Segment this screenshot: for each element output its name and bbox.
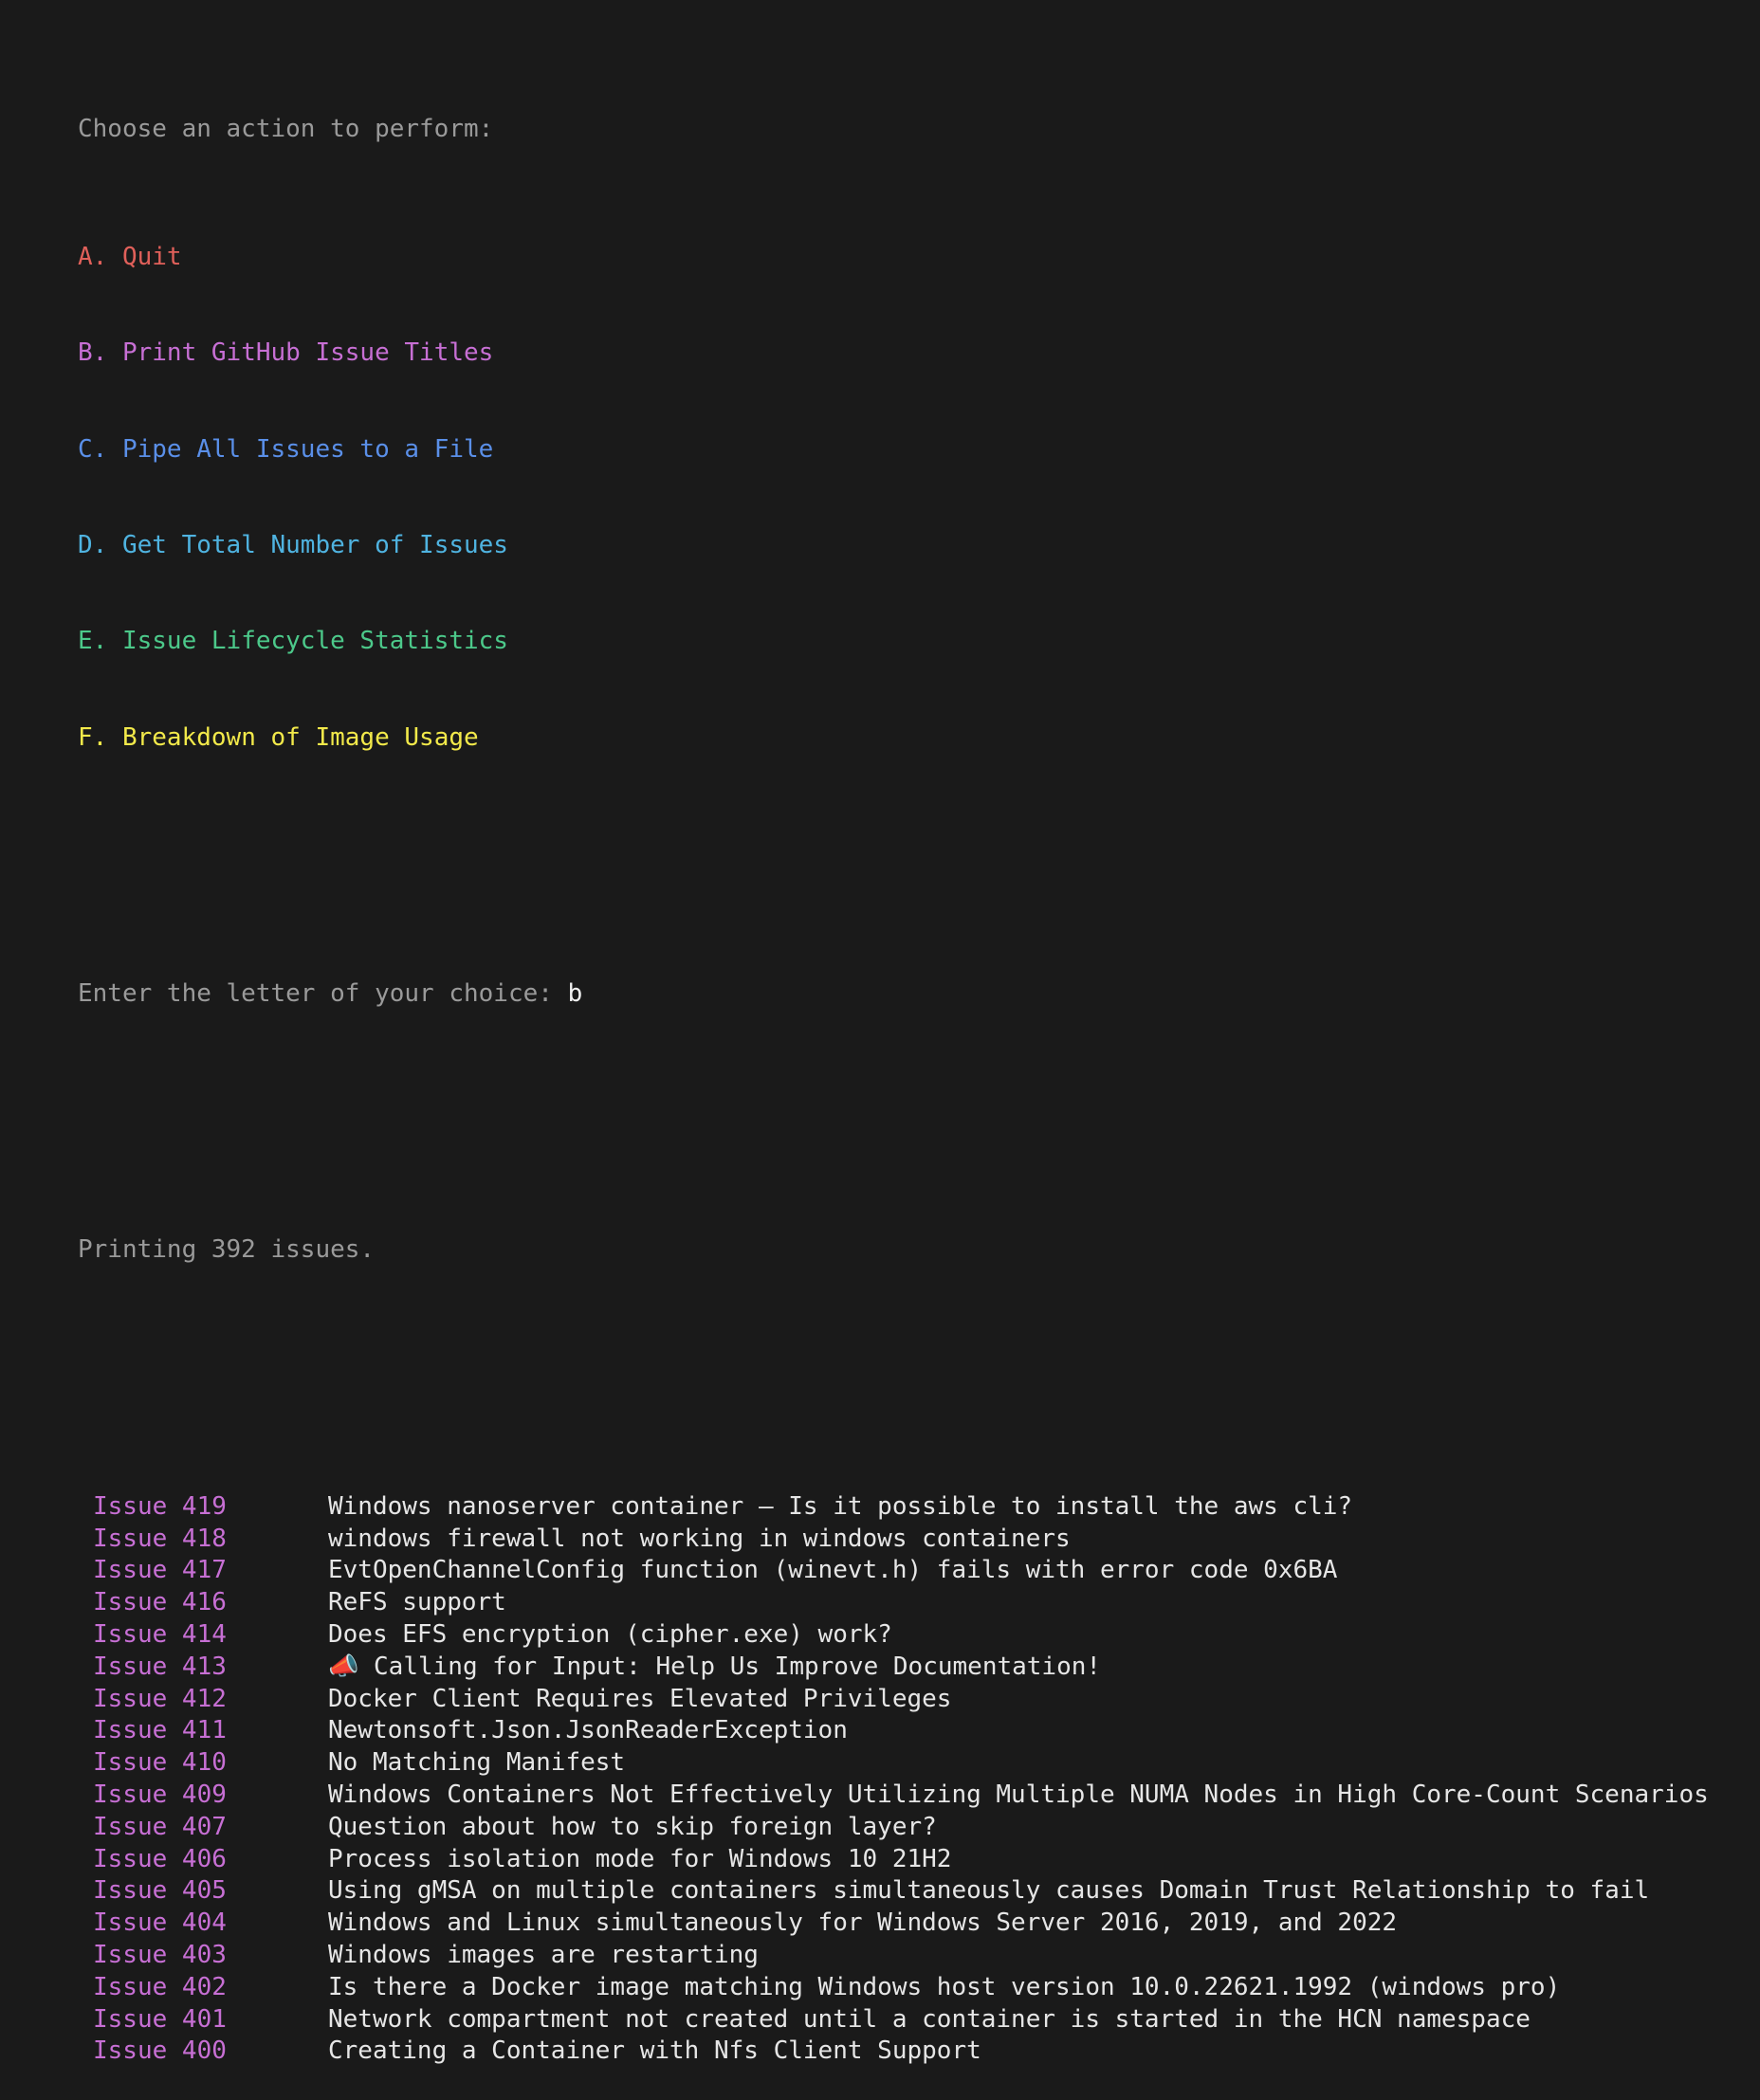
option-label: Issue Lifecycle Statistics: [121, 627, 508, 656]
issue-title: Windows and Linux simultaneously for Win…: [328, 1908, 1398, 1938]
option-label: Breakdown of Image Usage: [121, 722, 479, 752]
option-letter: C.: [78, 434, 108, 464]
option-label: Get Total Number of Issues: [121, 530, 508, 559]
option-label: Print GitHub Issue Titles: [121, 338, 494, 368]
issue-number: Issue 406: [93, 1844, 227, 1873]
issue-row: Issue 406 Process isolation mode for Wind…: [78, 1844, 1747, 1876]
issue-title: Creating a Container with Nfs Client Sup…: [328, 2036, 981, 2066]
menu-header: Choose an action to perform:: [78, 114, 494, 143]
menu-option-image-usage: F. Breakdown of Image Usage: [78, 722, 1747, 755]
issue-row: Issue 416 ReFS support: [78, 1587, 1747, 1619]
issue-number: Issue 411: [93, 1716, 227, 1745]
issue-number: Issue 407: [93, 1812, 227, 1841]
issue-title: Is there a Docker image matching Windows…: [328, 1972, 1561, 2001]
issue-row: Issue 405 Using gMSA on multiple containe…: [78, 1875, 1747, 1908]
terminal-output: Choose an action to perform: A. Quit B. …: [78, 49, 1747, 2100]
status-message: Printing 392 issues.: [78, 1235, 376, 1265]
issue-row: Issue 417 EvtOpenChannelConfig function (…: [78, 1555, 1747, 1587]
issue-number: Issue 419: [93, 1491, 227, 1521]
option-letter: D.: [78, 530, 108, 559]
issue-title: Network compartment not created until a …: [328, 2004, 1531, 2034]
issue-title: Windows Containers Not Effectively Utili…: [328, 1780, 1709, 1810]
option-label: Pipe All Issues to a File: [121, 434, 494, 464]
option-letter: E.: [78, 627, 108, 656]
option-letter: F.: [78, 722, 108, 752]
choice-prompt-label: Enter the letter of your choice:: [78, 979, 553, 1009]
issue-row: Issue 400 Creating a Container with Nfs C…: [78, 2036, 1747, 2068]
issue-number: Issue 402: [93, 1972, 227, 2001]
issue-row: Issue 403 Windows images are restarting: [78, 1940, 1747, 1972]
issue-row: Issue 418 windows firewall not working in…: [78, 1524, 1747, 1556]
issue-row: Issue 407 Question about how to skip fore…: [78, 1812, 1747, 1844]
issue-row: Issue 419 Windows nanoserver container – …: [78, 1491, 1747, 1524]
choice-prompt-line[interactable]: Enter the letter of your choice: b: [78, 978, 1747, 1011]
issue-title: Docker Client Requires Elevated Privileg…: [328, 1684, 952, 1713]
issue-row: Issue 401 Network compartment not created…: [78, 2004, 1747, 2036]
issue-title: 📣 Calling for Input: Help Us Improve Doc…: [328, 1652, 1102, 1681]
issue-title: Question about how to skip foreign layer…: [328, 1812, 937, 1841]
menu-option-lifecycle-stats: E. Issue Lifecycle Statistics: [78, 626, 1747, 658]
menu-option-total-issues: D. Get Total Number of Issues: [78, 530, 1747, 562]
issue-number: Issue 409: [93, 1780, 227, 1810]
issue-number: Issue 417: [93, 1556, 227, 1585]
menu-option-print-titles: B. Print GitHub Issue Titles: [78, 338, 1747, 370]
issue-title: No Matching Manifest: [328, 1748, 626, 1778]
issue-title: Windows nanoserver container – Is it pos…: [328, 1491, 1353, 1521]
issue-row: Issue 413 📣 Calling for Input: Help Us Im…: [78, 1652, 1747, 1684]
issue-number: Issue 400: [93, 2036, 227, 2066]
issue-row: Issue 402 Is there a Docker image matchin…: [78, 1972, 1747, 2004]
issue-number: Issue 418: [93, 1524, 227, 1553]
issue-row: Issue 410 No Matching Manifest: [78, 1747, 1747, 1780]
issue-title: EvtOpenChannelConfig function (winevt.h)…: [328, 1556, 1338, 1585]
issue-number: Issue 414: [93, 1620, 227, 1650]
issue-title: Windows images are restarting: [328, 1941, 759, 1970]
option-label: Quit: [121, 242, 182, 271]
issue-number: Issue 412: [93, 1684, 227, 1713]
issue-list: Issue 419 Windows nanoserver container – …: [78, 1491, 1747, 2068]
issue-number: Issue 401: [93, 2004, 227, 2034]
issue-row: Issue 409 Windows Containers Not Effectiv…: [78, 1780, 1747, 1812]
issue-number: Issue 405: [93, 1876, 227, 1906]
menu-option-quit: A. Quit: [78, 242, 1747, 274]
issue-number: Issue 413: [93, 1652, 227, 1681]
issue-number: Issue 410: [93, 1748, 227, 1778]
issue-title: Newtonsoft.Json.JsonReaderException: [328, 1716, 848, 1745]
option-letter: A.: [78, 242, 108, 271]
issue-row: Issue 414 Does EFS encryption (cipher.exe…: [78, 1619, 1747, 1652]
issue-row: Issue 404 Windows and Linux simultaneousl…: [78, 1908, 1747, 1940]
menu-option-pipe-to-file: C. Pipe All Issues to a File: [78, 434, 1747, 466]
issue-title: windows firewall not working in windows …: [328, 1524, 1071, 1553]
issue-title: Process isolation mode for Windows 10 21…: [328, 1844, 952, 1873]
issue-row: Issue 412 Docker Client Requires Elevated…: [78, 1684, 1747, 1716]
issue-number: Issue 416: [93, 1588, 227, 1617]
choice-input-value[interactable]: b: [568, 979, 583, 1008]
option-letter: B.: [78, 338, 108, 368]
issue-title: ReFS support: [328, 1588, 506, 1617]
issue-number: Issue 403: [93, 1941, 227, 1970]
issue-title: Using gMSA on multiple containers simult…: [328, 1876, 1650, 1906]
issue-number: Issue 404: [93, 1908, 227, 1938]
issue-title: Does EFS encryption (cipher.exe) work?: [328, 1620, 892, 1650]
issue-row: Issue 411 Newtonsoft.Json.JsonReaderExcep…: [78, 1715, 1747, 1747]
